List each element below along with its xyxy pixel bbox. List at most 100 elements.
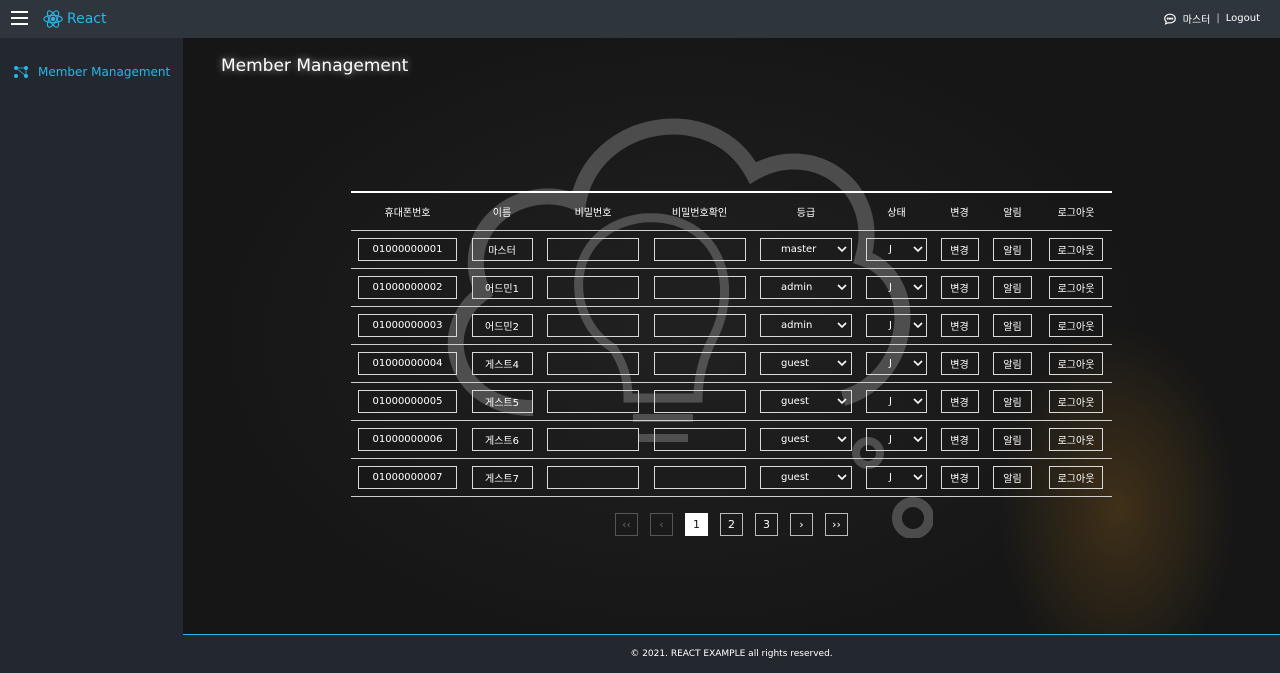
grade-value: master <box>781 244 817 255</box>
grade-select[interactable]: master <box>760 238 852 261</box>
logout-link[interactable]: Logout <box>1226 13 1260 24</box>
chevron-down-icon <box>837 360 847 367</box>
sidebar-item-member-management[interactable]: Member Management <box>14 65 170 79</box>
phone-field[interactable]: 01000000002 <box>358 276 457 299</box>
grade-select[interactable]: guest <box>760 352 852 375</box>
header-change: 변경 <box>950 208 969 219</box>
hamburger-menu-icon[interactable] <box>11 11 28 26</box>
status-value: J <box>889 282 892 293</box>
notify-button[interactable]: 알림 <box>993 238 1032 261</box>
notify-button[interactable]: 알림 <box>993 314 1032 337</box>
phone-field[interactable]: 01000000004 <box>358 352 457 375</box>
password-input[interactable] <box>547 466 639 489</box>
password-confirm-input[interactable] <box>653 466 746 489</box>
chevron-down-icon <box>913 398 923 405</box>
name-field[interactable]: 게스트4 <box>471 352 533 375</box>
password-confirm-input[interactable] <box>653 276 746 299</box>
grade-select[interactable]: guest <box>760 466 852 489</box>
notify-button[interactable]: 알림 <box>993 428 1032 451</box>
brand-name: React <box>67 11 107 27</box>
main-content: Member Management 휴대폰번호 이름 비밀번호 비밀번호확인 등… <box>183 38 1280 635</box>
chevron-down-icon <box>913 322 923 329</box>
password-confirm-input[interactable] <box>653 238 746 261</box>
change-button[interactable]: 변경 <box>940 466 979 489</box>
phone-field[interactable]: 01000000006 <box>358 428 457 451</box>
status-select[interactable]: J <box>866 238 927 261</box>
change-button[interactable]: 변경 <box>940 314 979 337</box>
grade-select[interactable]: admin <box>760 276 852 299</box>
password-confirm-input[interactable] <box>653 428 746 451</box>
name-field[interactable]: 어드민2 <box>471 314 533 337</box>
row-logout-button[interactable]: 로그아웃 <box>1049 428 1103 451</box>
chevron-down-icon <box>913 360 923 367</box>
row-logout-button[interactable]: 로그아웃 <box>1049 238 1103 261</box>
grade-value: admin <box>781 282 813 293</box>
name-field[interactable]: 게스트6 <box>471 428 533 451</box>
page-2-button[interactable]: 2 <box>720 513 743 536</box>
password-input[interactable] <box>547 276 639 299</box>
grade-select[interactable]: guest <box>760 390 852 413</box>
row-logout-button[interactable]: 로그아웃 <box>1049 466 1103 489</box>
row-logout-button[interactable]: 로그아웃 <box>1049 276 1103 299</box>
change-button[interactable]: 변경 <box>940 352 979 375</box>
grade-select[interactable]: admin <box>760 314 852 337</box>
status-value: J <box>889 396 892 407</box>
status-select[interactable]: J <box>866 276 927 299</box>
separator: | <box>1216 13 1220 24</box>
password-input[interactable] <box>547 352 639 375</box>
chevron-down-icon <box>837 474 847 481</box>
password-input[interactable] <box>547 428 639 451</box>
status-select[interactable]: J <box>866 466 927 489</box>
page-first-button[interactable]: ‹‹ <box>615 513 638 536</box>
sidebar: Member Management <box>0 38 183 635</box>
table-row: 01000000004 게스트4 guest J 변경 알림 로그아웃 <box>351 345 1112 383</box>
grade-select[interactable]: guest <box>760 428 852 451</box>
grade-value: guest <box>781 434 809 445</box>
notify-button[interactable]: 알림 <box>993 352 1032 375</box>
phone-field[interactable]: 01000000003 <box>358 314 457 337</box>
chevron-down-icon <box>837 284 847 291</box>
name-field[interactable]: 게스트7 <box>471 466 533 489</box>
name-field[interactable]: 게스트5 <box>471 390 533 413</box>
page-1-button[interactable]: 1 <box>685 513 708 536</box>
chevron-down-icon <box>913 284 923 291</box>
change-button[interactable]: 변경 <box>940 276 979 299</box>
sidebar-item-label: Member Management <box>38 65 171 79</box>
table-header-row: 휴대폰번호 이름 비밀번호 비밀번호확인 등급 상태 변경 알림 로그아웃 <box>351 193 1112 231</box>
page-prev-button[interactable]: ‹ <box>650 513 673 536</box>
notify-button[interactable]: 알림 <box>993 390 1032 413</box>
password-input[interactable] <box>547 390 639 413</box>
name-field[interactable]: 어드민1 <box>471 276 533 299</box>
row-logout-button[interactable]: 로그아웃 <box>1049 314 1103 337</box>
status-select[interactable]: J <box>866 428 927 451</box>
status-select[interactable]: J <box>866 314 927 337</box>
password-confirm-input[interactable] <box>653 352 746 375</box>
status-value: J <box>889 358 892 369</box>
phone-field[interactable]: 01000000007 <box>358 466 457 489</box>
status-select[interactable]: J <box>866 390 927 413</box>
change-button[interactable]: 변경 <box>940 390 979 413</box>
name-field[interactable]: 마스터 <box>471 238 533 261</box>
brand-logo[interactable]: React <box>42 8 106 30</box>
table-row: 01000000001 마스터 master J 변경 알림 로그아웃 <box>351 231 1112 269</box>
row-logout-button[interactable]: 로그아웃 <box>1049 352 1103 375</box>
change-button[interactable]: 변경 <box>940 428 979 451</box>
notify-button[interactable]: 알림 <box>993 466 1032 489</box>
row-logout-button[interactable]: 로그아웃 <box>1049 390 1103 413</box>
page-3-button[interactable]: 3 <box>755 513 778 536</box>
password-input[interactable] <box>547 314 639 337</box>
phone-field[interactable]: 01000000001 <box>358 238 457 261</box>
password-input[interactable] <box>547 238 639 261</box>
change-button[interactable]: 변경 <box>940 238 979 261</box>
notify-button[interactable]: 알림 <box>993 276 1032 299</box>
grade-value: guest <box>781 358 809 369</box>
user-area: 마스터 | Logout <box>1163 11 1260 26</box>
status-select[interactable]: J <box>866 352 927 375</box>
footer: © 2021. REACT EXAMPLE all rights reserve… <box>183 634 1280 673</box>
page-last-button[interactable]: ›› <box>825 513 848 536</box>
phone-field[interactable]: 01000000005 <box>358 390 457 413</box>
password-confirm-input[interactable] <box>653 390 746 413</box>
page-next-button[interactable]: › <box>790 513 813 536</box>
password-confirm-input[interactable] <box>653 314 746 337</box>
chat-bubble-icon[interactable] <box>1163 12 1177 26</box>
